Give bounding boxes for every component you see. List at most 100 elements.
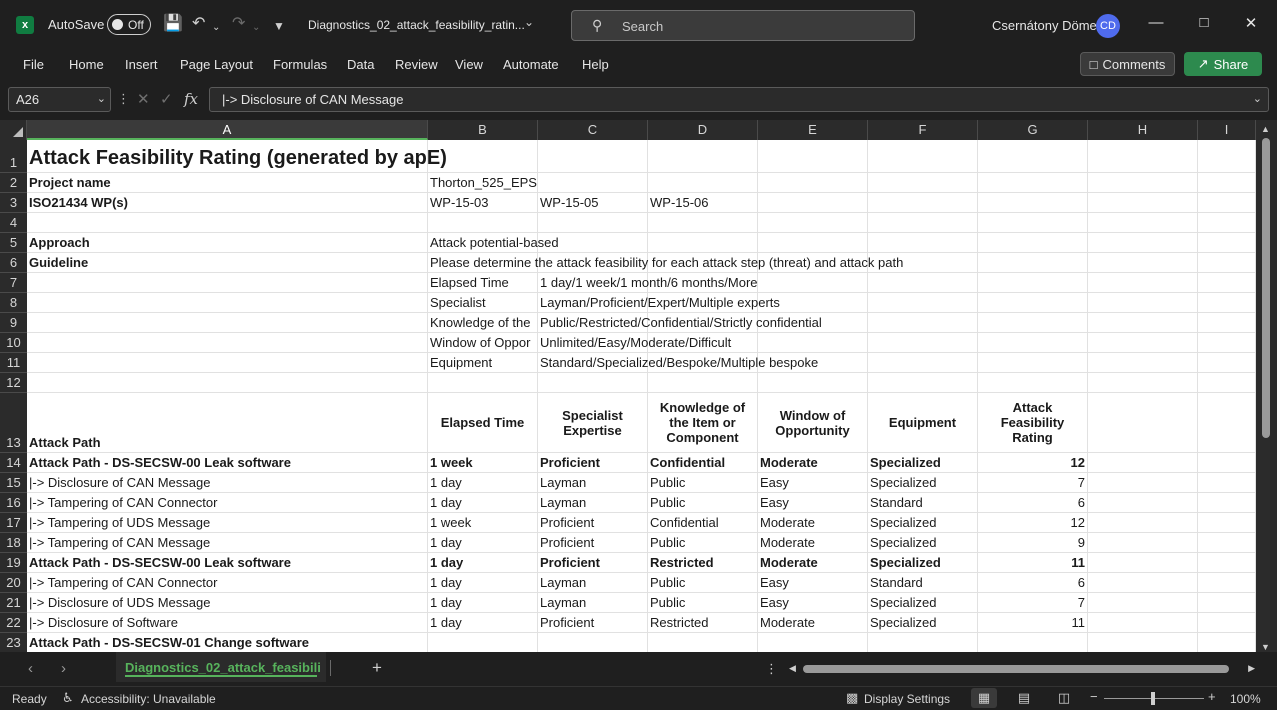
grid-cell[interactable] bbox=[648, 233, 758, 253]
row-header-9[interactable]: 9 bbox=[0, 313, 27, 333]
cell-a17[interactable]: |-> Tampering of UDS Message bbox=[27, 513, 428, 533]
grid-cell[interactable] bbox=[1088, 333, 1198, 353]
row-header-19[interactable]: 19 bbox=[0, 553, 27, 573]
grid-cell[interactable] bbox=[978, 253, 1088, 273]
scroll-up-icon[interactable]: ▲ bbox=[1261, 124, 1270, 134]
cell-a5[interactable]: Approach bbox=[27, 233, 428, 253]
cell-e17[interactable]: Moderate bbox=[758, 513, 868, 533]
spreadsheet-grid[interactable]: A B C D E F G H I 1 2 3 4 5 6 7 8 9 10 11 12 13 14 15 1… bbox=[0, 120, 1256, 652]
scroll-right-icon[interactable]: ▶ bbox=[1248, 663, 1255, 674]
grid-cell[interactable] bbox=[1198, 140, 1256, 173]
grid-cell[interactable] bbox=[868, 273, 978, 293]
hscroll-thumb[interactable] bbox=[803, 665, 1229, 673]
minimize-icon[interactable]: — bbox=[1146, 14, 1166, 31]
cell-a19[interactable]: Attack Path - DS-SECSW-00 Leak software bbox=[27, 553, 428, 573]
cell-b21[interactable]: 1 day bbox=[428, 593, 538, 613]
normal-view-icon[interactable]: ▦ bbox=[971, 688, 997, 708]
cell-f15[interactable]: Specialized bbox=[868, 473, 978, 493]
cell-g19[interactable]: 11 bbox=[978, 553, 1088, 573]
grid-cell[interactable] bbox=[648, 173, 758, 193]
grid-cell[interactable] bbox=[1198, 453, 1256, 473]
cell-d21[interactable]: Public bbox=[648, 593, 758, 613]
grid-cell[interactable] bbox=[27, 313, 428, 333]
grid-cell[interactable] bbox=[1088, 253, 1198, 273]
grid-cell[interactable] bbox=[978, 353, 1088, 373]
row-header-2[interactable]: 2 bbox=[0, 173, 27, 193]
cell-c7[interactable]: 1 day/1 week/1 month/6 months/More bbox=[538, 273, 758, 293]
row-header-15[interactable]: 15 bbox=[0, 473, 27, 493]
grid-cell[interactable] bbox=[758, 373, 868, 393]
cell-g20[interactable]: 6 bbox=[978, 573, 1088, 593]
cell-b9[interactable]: Knowledge of the bbox=[428, 313, 538, 333]
maximize-icon[interactable]: □ bbox=[1194, 14, 1214, 31]
cell-b7[interactable]: Elapsed Time bbox=[428, 273, 538, 293]
cell-c19[interactable]: Proficient bbox=[538, 553, 648, 573]
cell-e13[interactable]: Window of Opportunity bbox=[758, 393, 868, 453]
accessibility-icon[interactable]: ♿ bbox=[62, 690, 74, 706]
zoom-out-icon[interactable]: − bbox=[1090, 689, 1098, 704]
cell-b16[interactable]: 1 day bbox=[428, 493, 538, 513]
grid-cell[interactable] bbox=[1088, 173, 1198, 193]
cell-b20[interactable]: 1 day bbox=[428, 573, 538, 593]
cell-c20[interactable]: Layman bbox=[538, 573, 648, 593]
grid-cell[interactable] bbox=[868, 313, 978, 333]
cell-f17[interactable]: Specialized bbox=[868, 513, 978, 533]
grid-cell[interactable] bbox=[758, 233, 868, 253]
row-header-5[interactable]: 5 bbox=[0, 233, 27, 253]
cell-c9[interactable]: Public/Restricted/Confidential/Strictly … bbox=[538, 313, 822, 333]
row-header-12[interactable]: 12 bbox=[0, 373, 27, 393]
tab-help[interactable]: Help bbox=[582, 57, 609, 72]
formula-input[interactable]: |-> Disclosure of CAN Message ⌄ bbox=[209, 87, 1269, 112]
cell-b15[interactable]: 1 day bbox=[428, 473, 538, 493]
cell-c17[interactable]: Proficient bbox=[538, 513, 648, 533]
cell-e20[interactable]: Easy bbox=[758, 573, 868, 593]
row-header-14[interactable]: 14 bbox=[0, 453, 27, 473]
chevron-down-icon[interactable]: ⌄ bbox=[524, 15, 534, 29]
undo-icon[interactable]: ↶ bbox=[192, 14, 205, 34]
grid-cell[interactable] bbox=[1198, 633, 1256, 652]
cell-e16[interactable]: Easy bbox=[758, 493, 868, 513]
accessibility-status[interactable]: Accessibility: Unavailable bbox=[81, 692, 216, 706]
cell-f18[interactable]: Specialized bbox=[868, 533, 978, 553]
cell-f21[interactable]: Specialized bbox=[868, 593, 978, 613]
grid-cell[interactable] bbox=[1198, 233, 1256, 253]
grid-cell[interactable] bbox=[868, 293, 978, 313]
column-header-a[interactable]: A bbox=[27, 120, 428, 140]
column-header-i[interactable]: I bbox=[1198, 120, 1256, 140]
file-name[interactable]: Diagnostics_02_attack_feasibility_ratin.… bbox=[308, 18, 525, 32]
grid-cell[interactable] bbox=[868, 213, 978, 233]
cancel-icon[interactable]: ✕ bbox=[137, 90, 150, 108]
row-header-18[interactable]: 18 bbox=[0, 533, 27, 553]
tab-insert[interactable]: Insert bbox=[125, 57, 158, 72]
grid-cell[interactable] bbox=[648, 213, 758, 233]
vertical-scrollbar[interactable]: ▲ ▼ bbox=[1256, 120, 1277, 652]
grid-cell[interactable] bbox=[978, 193, 1088, 213]
cell-d19[interactable]: Restricted bbox=[648, 553, 758, 573]
grid-cell[interactable] bbox=[1198, 513, 1256, 533]
tab-page-layout[interactable]: Page Layout bbox=[180, 57, 253, 72]
tab-home[interactable]: Home bbox=[69, 57, 104, 72]
cell-e22[interactable]: Moderate bbox=[758, 613, 868, 633]
cell-a6[interactable]: Guideline bbox=[27, 253, 428, 273]
cell-c14[interactable]: Proficient bbox=[538, 453, 648, 473]
save-icon[interactable]: 💾 bbox=[163, 14, 183, 34]
grid-cell[interactable] bbox=[1198, 213, 1256, 233]
cell-c23[interactable] bbox=[538, 633, 648, 652]
grid-cell[interactable] bbox=[428, 213, 538, 233]
grid-cell[interactable] bbox=[978, 313, 1088, 333]
cell-g18[interactable]: 9 bbox=[978, 533, 1088, 553]
cell-g22[interactable]: 11 bbox=[978, 613, 1088, 633]
cell-a21[interactable]: |-> Disclosure of UDS Message bbox=[27, 593, 428, 613]
cell-g16[interactable]: 6 bbox=[978, 493, 1088, 513]
grid-cell[interactable] bbox=[1198, 353, 1256, 373]
scroll-thumb[interactable] bbox=[1262, 138, 1270, 438]
search-box[interactable]: ⚲ Search bbox=[571, 10, 915, 41]
grid-cell[interactable] bbox=[1198, 393, 1256, 453]
cell-a20[interactable]: |-> Tampering of CAN Connector bbox=[27, 573, 428, 593]
zoom-level[interactable]: 100% bbox=[1230, 692, 1261, 706]
cell-d3[interactable]: WP-15-06 bbox=[648, 193, 758, 213]
row-header-4[interactable]: 4 bbox=[0, 213, 27, 233]
grid-cell[interactable] bbox=[978, 233, 1088, 253]
grid-cell[interactable] bbox=[1088, 213, 1198, 233]
cell-f14[interactable]: Specialized bbox=[868, 453, 978, 473]
